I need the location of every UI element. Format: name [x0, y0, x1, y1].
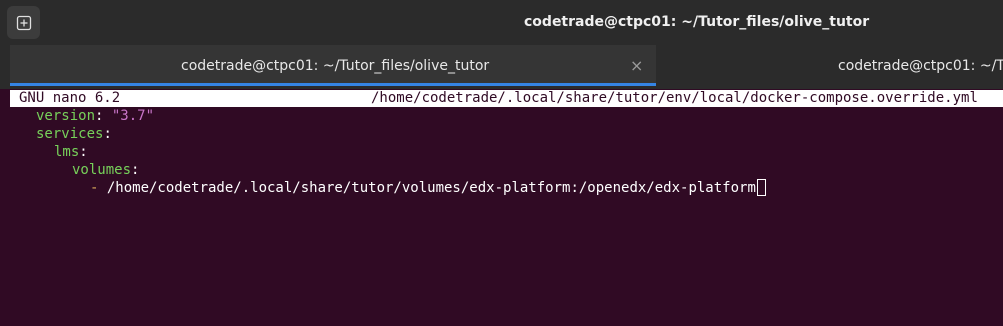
yaml-key: version — [36, 108, 96, 124]
editor-area[interactable]: version: "3.7" services: lms: volumes: -… — [0, 107, 1003, 215]
text-cursor — [756, 179, 766, 196]
code-line: services: — [36, 125, 112, 143]
yaml-value: /home/codetrade/.local/share/tutor/volum… — [106, 180, 756, 196]
code-line: volumes: — [72, 161, 139, 179]
new-tab-button[interactable] — [7, 6, 40, 39]
window-title: codetrade@ctpc01: ~/Tutor_files/olive_tu… — [524, 14, 870, 30]
yaml-key: lms — [54, 144, 80, 160]
nano-version: GNU nano 6.2 — [19, 90, 121, 106]
tab-active[interactable]: codetrade@ctpc01: ~/Tutor_files/olive_tu… — [10, 45, 656, 86]
nano-header-bar: GNU nano 6.2 /home/codetrade/.local/shar… — [10, 90, 1003, 107]
yaml-separator: : — [103, 126, 112, 142]
tab-bar: codetrade@ctpc01: ~/Tutor_files/olive_tu… — [0, 45, 1003, 89]
new-tab-icon — [16, 15, 32, 31]
yaml-key: volumes — [72, 162, 132, 178]
tab-inactive[interactable]: codetrade@ctpc01: ~/Tutor_files/olive_tu… — [658, 45, 1003, 85]
code-line: - /home/codetrade/.local/share/tutor/vol… — [90, 179, 766, 197]
title-bar: codetrade@ctpc01: ~/Tutor_files/olive_tu… — [0, 0, 1003, 45]
nano-file-path: /home/codetrade/.local/share/tutor/env/l… — [371, 90, 978, 106]
yaml-key: services — [36, 126, 104, 142]
yaml-separator: : — [131, 162, 140, 178]
tab-label: codetrade@ctpc01: ~/Tutor_files/olive_tu… — [838, 58, 1003, 74]
tab-label: codetrade@ctpc01: ~/Tutor_files/olive_tu… — [181, 58, 490, 74]
yaml-list-dash: - — [90, 180, 107, 196]
yaml-separator: : — [79, 144, 88, 160]
yaml-separator: : — [95, 108, 112, 124]
code-line: version: "3.7" — [36, 107, 154, 125]
code-line: lms: — [54, 143, 88, 161]
yaml-string-value: "3.7" — [111, 108, 155, 124]
tab-close-button[interactable]: × — [630, 45, 643, 83]
